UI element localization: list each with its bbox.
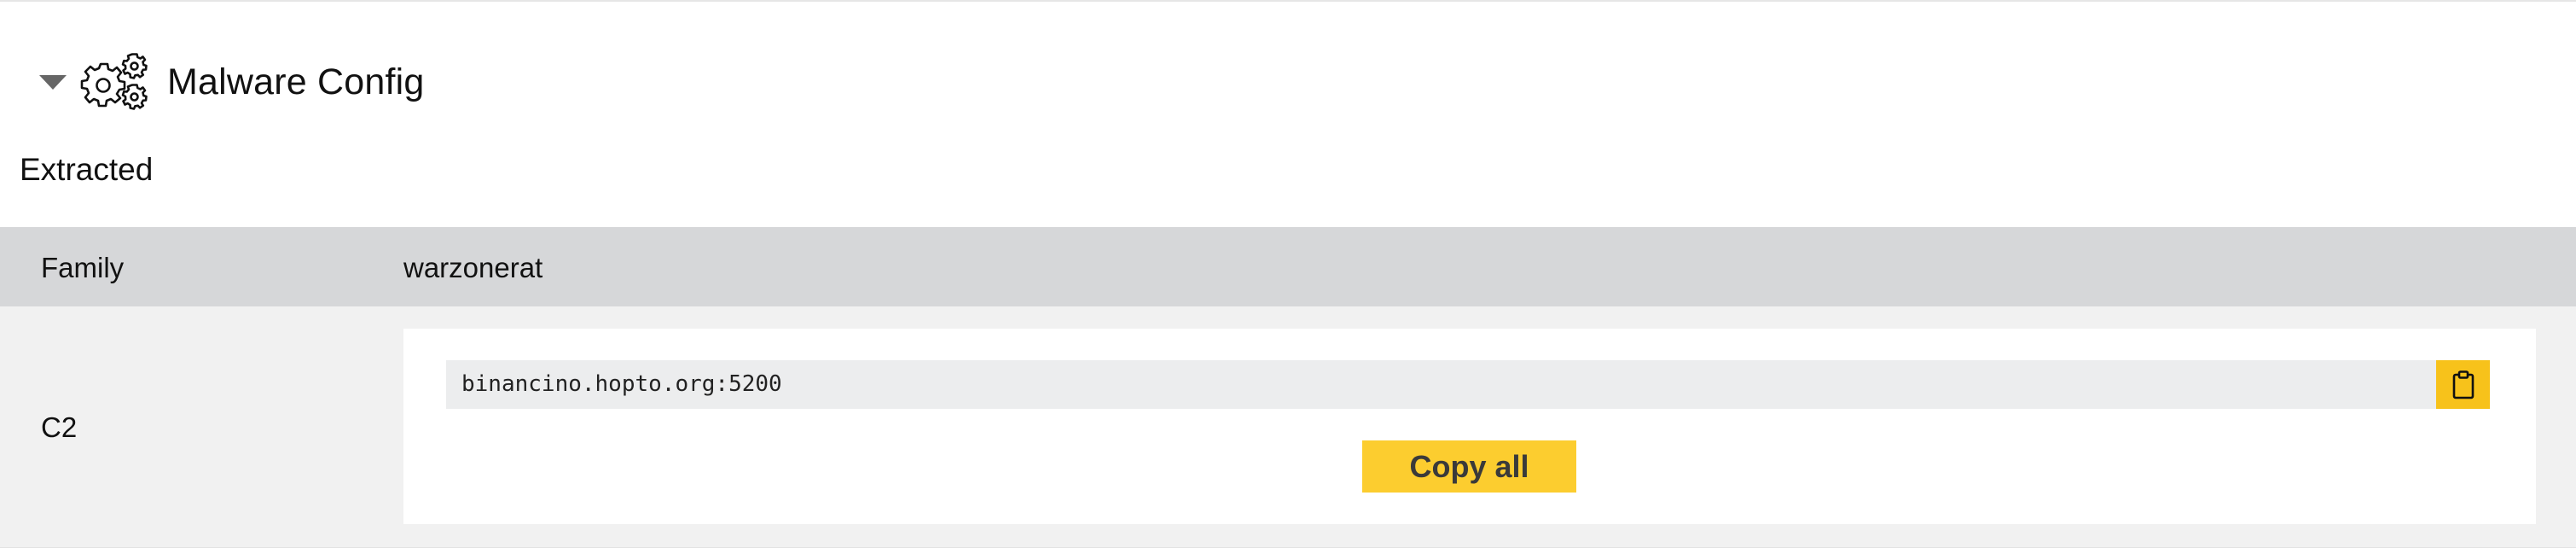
malware-config-panel: Malware Config Extracted Family warzoner… (0, 0, 2576, 548)
config-row-c2: C2 binancino.hopto.org:5200 Copy all (0, 306, 2576, 548)
family-value: warzonerat (403, 252, 543, 283)
config-row-family: Family warzonerat (0, 227, 2576, 306)
caret-down-icon[interactable] (39, 74, 67, 90)
c2-card: binancino.hopto.org:5200 Copy all (403, 329, 2536, 524)
c2-entry[interactable]: binancino.hopto.org:5200 (446, 360, 2490, 409)
c2-key: C2 (41, 411, 78, 443)
copy-c2-button[interactable] (2436, 360, 2490, 409)
family-key: Family (41, 252, 125, 283)
extracted-label: Extracted (20, 152, 154, 187)
gears-icon (80, 53, 148, 110)
c2-address[interactable]: binancino.hopto.org:5200 (461, 371, 782, 397)
copy-all-button[interactable]: Copy all (1362, 440, 1576, 493)
section-header[interactable]: Malware Config (39, 51, 425, 113)
clipboard-icon (2452, 370, 2474, 399)
section-title: Malware Config (167, 61, 425, 102)
